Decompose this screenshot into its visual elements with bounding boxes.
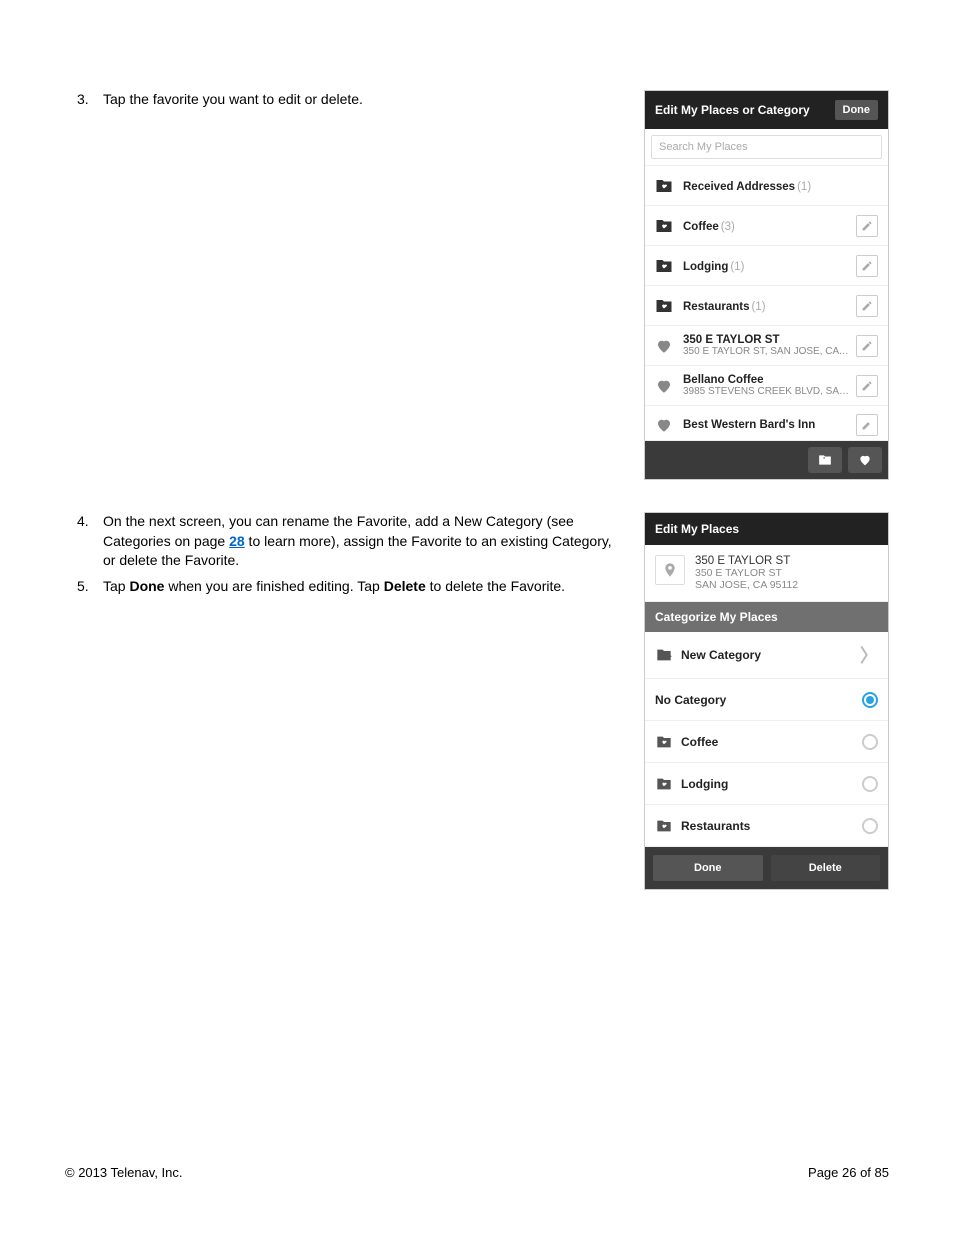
step-text: Tap the favorite you want to edit or del…	[103, 90, 624, 110]
place-address-line2: SAN JOSE, CA 95112	[695, 579, 798, 591]
delete-button[interactable]: Delete	[771, 855, 881, 881]
edit-icon-button[interactable]	[856, 375, 878, 397]
folder-heart-icon	[655, 297, 673, 315]
favorite-row[interactable]: Bellano Coffee 3985 STEVENS CREEK BLVD, …	[645, 366, 888, 406]
radio-unselected-icon[interactable]	[862, 734, 878, 750]
category-row-restaurants[interactable]: Restaurants(1)	[645, 286, 888, 326]
step-number: 3.	[65, 90, 103, 110]
category-name: Lodging	[683, 261, 728, 273]
radio-selected-icon[interactable]	[862, 692, 878, 708]
page-link-28[interactable]: 28	[229, 533, 245, 549]
new-category-label: New Category	[681, 648, 860, 662]
new-folder-icon	[655, 647, 673, 663]
heart-icon	[655, 377, 673, 395]
place-address-line1: 350 E TAYLOR ST	[695, 567, 798, 579]
favorite-title: 350 E TAYLOR ST	[683, 334, 850, 346]
radio-unselected-icon[interactable]	[862, 818, 878, 834]
screenshot-edit-my-places-list: Edit My Places or Category Done Received…	[644, 90, 889, 480]
category-option-restaurants[interactable]: Restaurants	[645, 805, 888, 847]
category-row-lodging[interactable]: Lodging(1)	[645, 246, 888, 286]
done-button[interactable]: Done	[835, 100, 879, 120]
category-count: (3)	[721, 221, 735, 233]
category-row-received[interactable]: Received Addresses(1)	[645, 166, 888, 206]
heart-icon	[655, 416, 673, 434]
heart-icon	[655, 337, 673, 355]
category-count: (1)	[730, 261, 744, 273]
folder-heart-icon	[655, 734, 673, 750]
radio-unselected-icon[interactable]	[862, 776, 878, 792]
button-bar: Done Delete	[645, 847, 888, 889]
category-name: Coffee	[683, 221, 719, 233]
edit-icon-button[interactable]	[856, 335, 878, 357]
edit-icon-button[interactable]	[856, 255, 878, 277]
favorite-title: Bellano Coffee	[683, 374, 850, 386]
folder-heart-icon	[655, 257, 673, 275]
category-name: Received Addresses	[683, 181, 795, 193]
favorite-row[interactable]: Best Western Bard's Inn	[645, 406, 888, 441]
folder-heart-icon	[655, 217, 673, 235]
screenshot-categorize-favorite: Edit My Places 350 E TAYLOR ST 350 E TAY…	[644, 512, 889, 890]
bottom-toolbar	[645, 441, 888, 479]
category-option-label: Lodging	[681, 777, 862, 791]
section-header-categorize: Categorize My Places	[645, 602, 888, 632]
place-summary: 350 E TAYLOR ST 350 E TAYLOR ST SAN JOSE…	[645, 545, 888, 602]
screen-title: Edit My Places or Category	[655, 103, 810, 117]
step-text: Tap Done when you are finished editing. …	[103, 577, 624, 597]
favorite-title: Best Western Bard's Inn	[683, 419, 850, 431]
place-name: 350 E TAYLOR ST	[695, 555, 798, 567]
favorite-row[interactable]: 350 E TAYLOR ST 350 E TAYLOR ST, SAN JOS…	[645, 326, 888, 366]
category-option-no-category[interactable]: No Category	[645, 679, 888, 721]
done-button[interactable]: Done	[653, 855, 763, 881]
page-number: Page 26 of 85	[808, 1165, 889, 1180]
search-input[interactable]	[651, 135, 882, 159]
category-option-lodging[interactable]: Lodging	[645, 763, 888, 805]
add-folder-button[interactable]	[808, 447, 842, 473]
category-option-label: Restaurants	[681, 819, 862, 833]
category-count: (1)	[797, 181, 811, 193]
edit-icon-button[interactable]	[856, 295, 878, 317]
step-number: 5.	[65, 577, 103, 597]
instruction-step-5: 5. Tap Done when you are finished editin…	[65, 577, 624, 597]
category-name: Restaurants	[683, 301, 749, 313]
favorite-subtitle: 3985 STEVENS CREEK BLVD, SAN...	[683, 386, 850, 397]
instruction-step-3: 3. Tap the favorite you want to edit or …	[65, 90, 624, 110]
edit-icon-button[interactable]	[856, 215, 878, 237]
pin-icon	[655, 555, 685, 585]
edit-icon-button[interactable]	[856, 414, 878, 436]
screen-header: Edit My Places or Category Done	[645, 91, 888, 129]
category-option-label: Coffee	[681, 735, 862, 749]
add-favorite-button[interactable]	[848, 447, 882, 473]
category-option-coffee[interactable]: Coffee	[645, 721, 888, 763]
category-option-label: No Category	[655, 693, 862, 707]
folder-heart-icon	[655, 177, 673, 195]
new-category-row[interactable]: New Category 〉	[645, 632, 888, 679]
copyright-text: © 2013 Telenav, Inc.	[65, 1165, 183, 1180]
category-row-coffee[interactable]: Coffee(3)	[645, 206, 888, 246]
category-count: (1)	[751, 301, 765, 313]
folder-heart-icon	[655, 776, 673, 792]
favorite-subtitle: 350 E TAYLOR ST, SAN JOSE, CA 9...	[683, 346, 850, 357]
screen-header: Edit My Places	[645, 513, 888, 545]
search-container	[645, 129, 888, 166]
instruction-step-4: 4. On the next screen, you can rename th…	[65, 512, 624, 571]
step-number: 4.	[65, 512, 103, 571]
page-footer: © 2013 Telenav, Inc. Page 26 of 85	[65, 1165, 889, 1180]
folder-heart-icon	[655, 818, 673, 834]
screen-title: Edit My Places	[655, 522, 739, 536]
chevron-right-icon: 〉	[860, 642, 878, 668]
step-text: On the next screen, you can rename the F…	[103, 512, 624, 571]
